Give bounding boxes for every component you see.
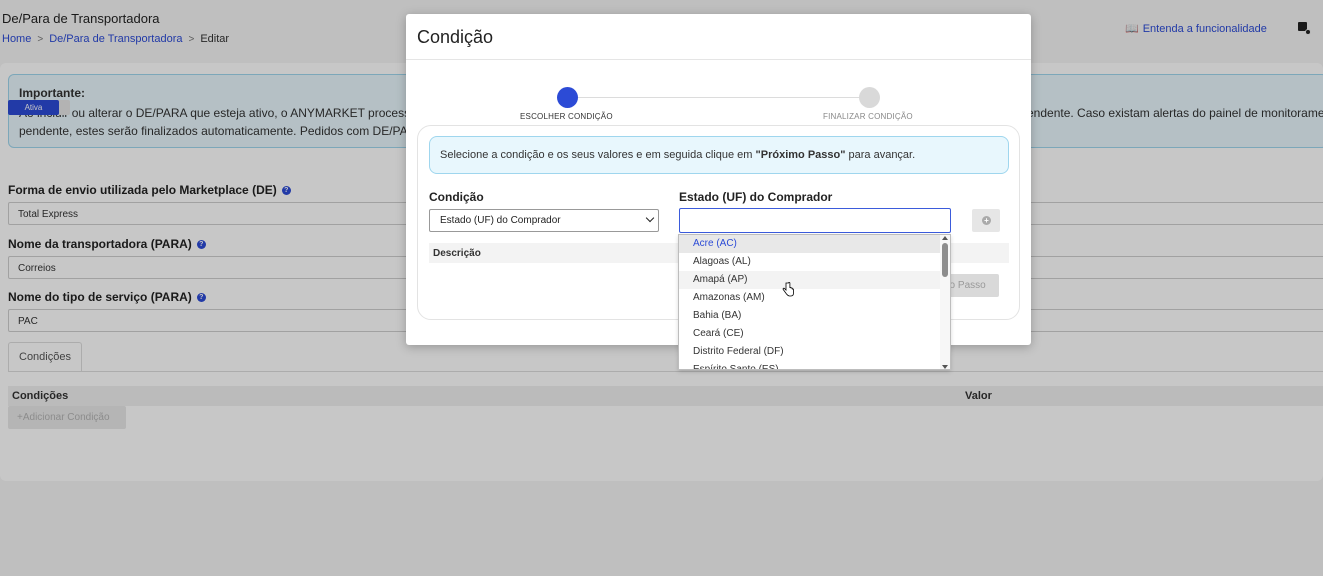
dropdown-scrollbar[interactable]: [940, 235, 950, 369]
condition-label: Condição: [429, 190, 484, 204]
dropdown-option[interactable]: Ceará (CE): [679, 325, 950, 343]
dropdown-option[interactable]: Alagoas (AL): [679, 253, 950, 271]
step-1-label: ESCOLHER CONDIÇÃO: [520, 112, 613, 121]
dropdown-option[interactable]: Acre (AC): [679, 235, 950, 253]
uf-input[interactable]: [679, 208, 951, 233]
add-value-button[interactable]: +: [972, 209, 1000, 232]
step-2-dot: [859, 87, 880, 108]
dropdown-option[interactable]: Bahia (BA): [679, 307, 950, 325]
scroll-up-icon[interactable]: [942, 236, 948, 240]
uf-dropdown[interactable]: Acre (AC) Alagoas (AL) Amapá (AP) Amazon…: [678, 234, 951, 370]
step-2-label: FINALIZAR CONDIÇÃO: [823, 112, 913, 121]
step-1-dot: [557, 87, 578, 108]
plus-icon: +: [982, 216, 991, 225]
chevron-down-icon: [645, 213, 655, 223]
scroll-thumb[interactable]: [942, 243, 948, 277]
modal-title: Condição: [417, 27, 494, 47]
hand-cursor-icon: [782, 282, 794, 297]
dropdown-option[interactable]: Distrito Federal (DF): [679, 343, 950, 361]
scroll-down-icon[interactable]: [942, 365, 948, 369]
info-message: Selecione a condição e os seus valores e…: [429, 136, 1009, 174]
stepper-line: [567, 97, 870, 98]
modal-header: Condição: [406, 14, 1031, 60]
uf-label: Estado (UF) do Comprador: [679, 190, 833, 204]
dropdown-option[interactable]: Amazonas (AM): [679, 289, 950, 307]
dropdown-option[interactable]: Espírito Santo (ES): [679, 361, 950, 369]
condition-select[interactable]: Estado (UF) do Comprador: [429, 209, 659, 232]
dropdown-option[interactable]: Amapá (AP): [679, 271, 950, 289]
